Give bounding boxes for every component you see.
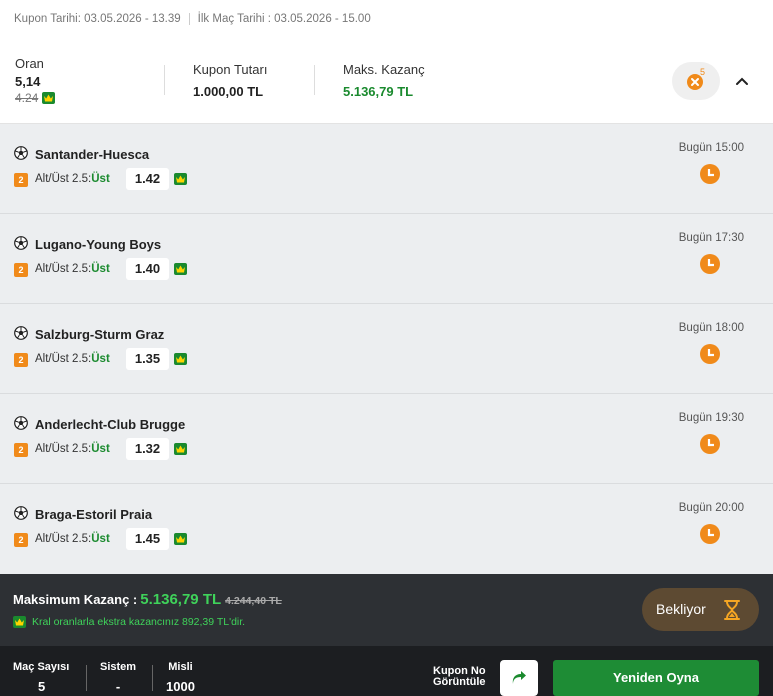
max-win-footer-value: 5.136,79 TL (140, 591, 222, 608)
bonus-text: Kral oranlarla ekstra kazancınız 892,39 … (32, 616, 246, 628)
market-label: Alt/Üst 2.5:Üst (35, 533, 110, 545)
chevron-up-icon[interactable] (735, 73, 749, 91)
match-row[interactable]: Braga-Estoril Praia 2 Alt/Üst 2.5:Üst 1.… (0, 484, 773, 574)
pick-label: Üst (91, 533, 110, 545)
divider (314, 65, 315, 95)
odd-value: 1.35 (126, 348, 169, 370)
system-value: - (115, 679, 121, 694)
max-win-value: 5.136,79 TL (343, 84, 414, 99)
multiplier-value: 1000 (166, 679, 195, 694)
max-win-summary: Maksimum Kazanç :5.136,79 TL 4.244,40 TL (13, 591, 282, 608)
match-row[interactable]: Salzburg-Sturm Graz 2 Alt/Üst 2.5:Üst 1.… (0, 304, 773, 394)
crown-icon (13, 616, 26, 628)
odd-value: 1.40 (126, 258, 169, 280)
match-name: Lugano-Young Boys (35, 237, 162, 252)
match-row[interactable]: Santander-Huesca 2 Alt/Üst 2.5:Üst 1.42 … (0, 124, 773, 214)
market-count-badge: 2 (14, 353, 28, 367)
match-count: Maç Sayısı 5 (13, 661, 69, 694)
clock-icon (700, 254, 720, 274)
crown-icon (174, 173, 187, 185)
coupon-footer: Maksimum Kazanç :5.136,79 TL 4.244,40 TL … (0, 574, 773, 646)
stake-label: Kupon Tutarı (193, 62, 268, 77)
clock-icon (700, 524, 720, 544)
odds-old-value: 4.24 (15, 91, 39, 105)
soccer-ball-icon (14, 416, 28, 430)
match-list: Santander-Huesca 2 Alt/Üst 2.5:Üst 1.42 … (0, 124, 773, 574)
soccer-ball-icon (14, 326, 28, 340)
match-name: Santander-Huesca (35, 147, 150, 162)
divider (152, 665, 153, 691)
coupon-summary: Oran 5,14 4.24 Kupon Tutarı 1.000,00 TL … (0, 40, 773, 124)
odd-value: 1.45 (126, 528, 169, 550)
market-count-badge: 2 (14, 533, 28, 547)
crown-icon (174, 353, 187, 365)
odd-value: 1.42 (126, 168, 169, 190)
pick-label: Üst (91, 353, 110, 365)
status-label: Bekliyor (656, 601, 706, 617)
divider (86, 665, 87, 691)
match-time: Bugün 18:00 (678, 322, 744, 334)
clock-icon (700, 434, 720, 454)
share-button[interactable] (500, 660, 538, 696)
max-win-footer-label: Maksimum Kazanç : (13, 592, 138, 607)
market-count-badge: 2 (14, 443, 28, 457)
max-win-footer-old: 4.244,40 TL (225, 595, 282, 607)
market-count-badge: 2 (14, 173, 28, 187)
match-time: Bugün 17:30 (678, 232, 744, 244)
system: Sistem - (100, 661, 136, 694)
match-row[interactable]: Anderlecht-Club Brugge 2 Alt/Üst 2.5:Üst… (0, 394, 773, 484)
replay-button[interactable]: Yeniden Oyna (553, 660, 759, 696)
coupon-date: Kupon Tarihi: 03.05.2026 - 13.39 (14, 13, 181, 25)
divider (188, 13, 190, 25)
crown-icon (174, 533, 187, 545)
match-row[interactable]: Lugano-Young Boys 2 Alt/Üst 2.5:Üst 1.40… (0, 214, 773, 304)
system-label: Sistem (100, 661, 137, 673)
odds-value: 5,14 (15, 74, 41, 89)
soccer-ball-icon (14, 146, 28, 160)
market-label: Alt/Üst 2.5:Üst (35, 353, 110, 365)
soccer-ball-icon (14, 236, 28, 250)
match-time: Bugün 19:30 (678, 412, 744, 424)
crown-icon (42, 91, 56, 104)
match-name: Salzburg-Sturm Graz (35, 327, 165, 342)
share-arrow-icon (512, 671, 526, 684)
status-badge: Bekliyor (642, 588, 759, 631)
match-count-value: 5 (38, 679, 46, 694)
market-label: Alt/Üst 2.5:Üst (35, 443, 110, 455)
bonus-info: Kral oranlarla ekstra kazancınız 892,39 … (13, 616, 245, 628)
view-coupon-number[interactable]: Kupon No Görüntüle (433, 666, 486, 688)
odds-block: Oran 5,14 4.24 (15, 56, 56, 107)
market-label: Alt/Üst 2.5:Üst (35, 263, 110, 275)
share-coupon-button[interactable]: 5 (672, 62, 720, 100)
pick-label: Üst (91, 263, 110, 275)
hourglass-icon (724, 600, 740, 620)
bottom-bar: Maç Sayısı 5 Sistem - Misli 1000 Kupon N… (0, 646, 773, 696)
market-count-badge: 2 (14, 263, 28, 277)
match-time: Bugün 20:00 (678, 502, 744, 514)
stake-value: 1.000,00 TL (193, 84, 264, 99)
stake-block: Kupon Tutarı 1.000,00 TL (193, 62, 267, 99)
clock-icon (700, 164, 720, 184)
max-win-label: Maks. Kazanç (343, 62, 425, 77)
crown-icon (174, 443, 187, 455)
max-win-block: Maks. Kazanç 5.136,79 TL (343, 62, 425, 99)
share-count-badge: 5 (700, 67, 706, 77)
multiplier-label: Misli (168, 661, 193, 673)
multiplier: Misli 1000 (166, 661, 195, 694)
match-count-label: Maç Sayısı (13, 661, 70, 673)
market-label: Alt/Üst 2.5:Üst (35, 173, 110, 185)
match-name: Anderlecht-Club Brugge (35, 417, 186, 432)
odds-label: Oran (15, 56, 44, 71)
first-match-date: İlk Maç Tarihi : 03.05.2026 - 15.00 (197, 13, 371, 25)
crown-icon (174, 263, 187, 275)
pick-label: Üst (91, 443, 110, 455)
coupon-dates: Kupon Tarihi: 03.05.2026 - 13.39 İlk Maç… (14, 13, 371, 25)
pick-label: Üst (91, 173, 110, 185)
clock-icon (700, 344, 720, 364)
match-name: Braga-Estoril Praia (35, 507, 153, 522)
soccer-ball-icon (14, 506, 28, 520)
match-time: Bugün 15:00 (678, 142, 744, 154)
odd-value: 1.32 (126, 438, 169, 460)
divider (164, 65, 165, 95)
